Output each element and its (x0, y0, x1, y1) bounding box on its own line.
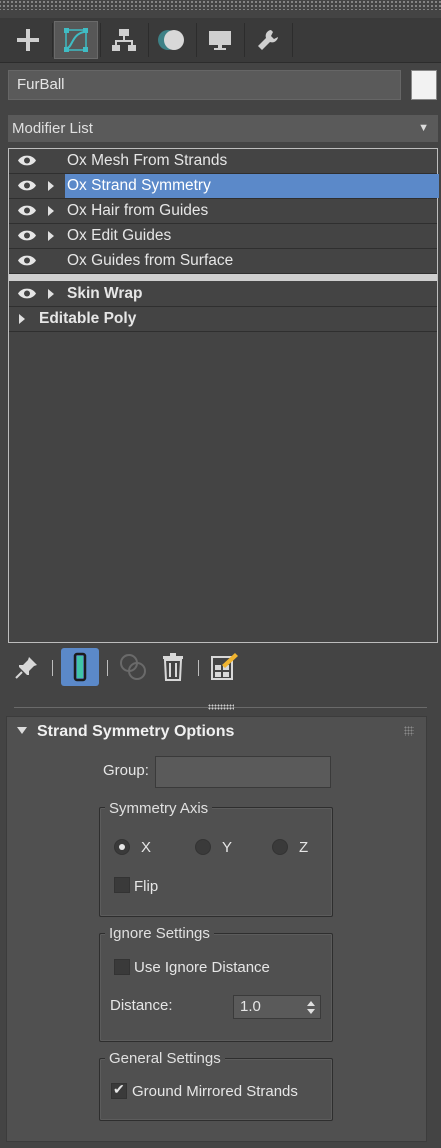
use-ignore-distance-label: Use Ignore Distance (134, 959, 270, 976)
modifier-list-label: Modifier List (12, 120, 93, 137)
panel-drag-handle[interactable] (0, 0, 441, 10)
tab-motion[interactable] (150, 21, 194, 59)
axis-y-label: Y (222, 839, 233, 856)
motion-icon (158, 30, 184, 50)
make-unique-button[interactable] (116, 648, 150, 686)
dropdown-arrow-icon: ▼ (418, 122, 429, 134)
distance-value: 1.0 (240, 998, 261, 1015)
stack-item-label: Ox Guides from Surface (67, 252, 234, 269)
eye-icon[interactable] (17, 179, 37, 192)
axis-x-radio[interactable] (114, 839, 130, 855)
eye-icon[interactable] (17, 204, 37, 217)
ground-mirrored-strands-label: Ground Mirrored Strands (132, 1083, 298, 1100)
flip-checkbox[interactable] (114, 877, 130, 893)
eye-icon[interactable] (17, 229, 37, 242)
flip-label: Flip (134, 878, 159, 895)
pin-stack-button[interactable] (12, 648, 42, 686)
modify-curve-icon (64, 28, 88, 52)
group-input[interactable] (155, 756, 331, 788)
eye-icon[interactable] (17, 287, 37, 300)
show-end-result-button[interactable] (61, 648, 99, 686)
stack-item-label: Ox Hair from Guides (67, 202, 209, 219)
plus-icon (17, 29, 39, 51)
modifier-stack-toolbar (0, 648, 441, 688)
stack-item-editable-poly[interactable]: Editable Poly (9, 307, 437, 332)
rollout-title: Strand Symmetry Options (37, 723, 235, 740)
axis-x-label: X (141, 839, 152, 856)
axis-z-radio[interactable] (272, 839, 288, 855)
tab-modify[interactable] (54, 21, 98, 59)
eye-icon[interactable] (17, 254, 37, 267)
stack-separator (9, 274, 437, 281)
object-name-field[interactable]: FurBall (8, 70, 401, 100)
panel-resize-grip[interactable] (208, 704, 234, 710)
symmetry-axis-title: Symmetry Axis (105, 800, 213, 817)
expand-arrow-icon[interactable] (48, 181, 54, 191)
modifier-list-dropdown[interactable]: Modifier List ▼ (8, 115, 438, 142)
expand-arrow-icon[interactable] (48, 289, 54, 299)
display-monitor-icon (209, 31, 231, 50)
stack-item-ox-guides-from-surface[interactable]: Ox Guides from Surface (9, 249, 437, 274)
tab-hierarchy[interactable] (102, 21, 146, 59)
rollout-grip-icon[interactable] (404, 726, 414, 736)
wrench-icon (258, 30, 278, 50)
collapse-arrow-icon (17, 727, 27, 734)
trash-icon (163, 653, 183, 681)
expand-arrow-icon[interactable] (48, 231, 54, 241)
stack-item-label: Ox Strand Symmetry (65, 174, 439, 198)
stack-item-ox-edit-guides[interactable]: Ox Edit Guides (9, 224, 437, 249)
checkmark-icon: ✔ (113, 1081, 125, 1097)
stack-item-label: Ox Edit Guides (67, 227, 172, 244)
symmetry-axis-group (99, 807, 333, 917)
stack-item-label: Editable Poly (39, 310, 137, 327)
distance-label: Distance: (110, 997, 173, 1014)
axis-y-radio[interactable] (195, 839, 211, 855)
ignore-settings-title: Ignore Settings (105, 925, 214, 942)
distance-spinner[interactable]: 1.0 (233, 995, 321, 1019)
command-panel-tabs (0, 18, 441, 63)
general-settings-title: General Settings (105, 1050, 225, 1067)
pin-icon (15, 657, 37, 679)
spinner-up-icon[interactable] (307, 1001, 315, 1006)
stack-item-skin-wrap[interactable]: Skin Wrap (9, 282, 437, 307)
rollout-header[interactable]: Strand Symmetry Options (17, 723, 234, 741)
remove-modifier-button[interactable] (156, 648, 190, 686)
use-ignore-distance-checkbox[interactable] (114, 959, 130, 975)
modifier-stack: Ox Mesh From Strands Ox Strand Symmetry … (8, 148, 439, 643)
tab-utilities[interactable] (246, 21, 290, 59)
stack-item-label: Ox Mesh From Strands (67, 152, 228, 169)
configure-modifier-sets-button[interactable] (206, 648, 242, 686)
make-unique-icon (120, 654, 146, 680)
eye-icon[interactable] (17, 154, 37, 167)
axis-z-label: Z (299, 839, 309, 856)
spinner-down-icon[interactable] (307, 1009, 315, 1014)
configure-modifier-sets-icon (211, 653, 238, 680)
stack-item-label: Skin Wrap (67, 285, 143, 302)
hierarchy-icon (112, 29, 136, 51)
ground-mirrored-strands-checkbox[interactable]: ✔ (111, 1081, 127, 1099)
ignore-settings-group (99, 933, 333, 1042)
expand-arrow-icon[interactable] (48, 206, 54, 216)
tab-display[interactable] (198, 21, 242, 59)
stack-item-ox-strand-symmetry[interactable]: Ox Strand Symmetry (9, 174, 439, 199)
tab-create[interactable] (6, 21, 50, 59)
stack-item-ox-mesh-from-strands[interactable]: Ox Mesh From Strands (9, 149, 437, 174)
strand-symmetry-rollout: Strand Symmetry Options Group: Symmetry … (6, 716, 427, 1142)
stack-item-ox-hair-from-guides[interactable]: Ox Hair from Guides (9, 199, 437, 224)
show-end-result-icon (73, 652, 87, 682)
group-label: Group: (103, 762, 149, 779)
object-color-swatch[interactable] (411, 70, 437, 100)
expand-arrow-icon[interactable] (19, 314, 25, 324)
